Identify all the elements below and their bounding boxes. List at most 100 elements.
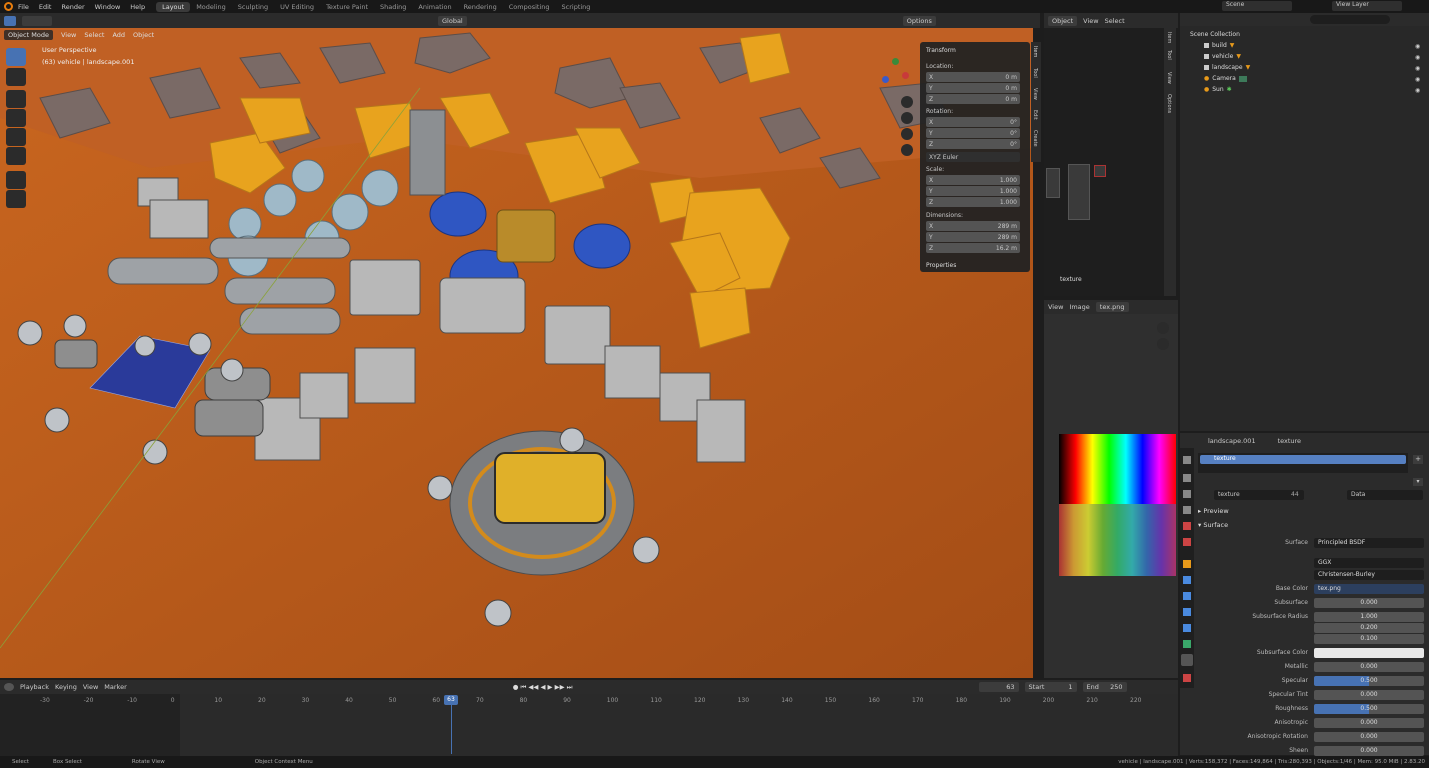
outliner-scene-collection[interactable]: Scene Collection: [1190, 31, 1240, 38]
workspace-tab-texture-paint[interactable]: Texture Paint: [320, 2, 374, 12]
material-slot-texture[interactable]: texture: [1200, 455, 1406, 464]
annotate-tool-icon[interactable]: [6, 171, 26, 189]
location-x-field[interactable]: X0 m: [926, 72, 1020, 82]
ortho-toggle-icon[interactable]: [901, 144, 913, 156]
outliner-search-input[interactable]: [1310, 15, 1390, 24]
dimension-x-field[interactable]: X 289 m: [926, 221, 1020, 231]
tab-edit[interactable]: Edit: [1032, 110, 1038, 120]
transform-orientation[interactable]: Global: [438, 15, 467, 26]
current-frame-field[interactable]: 63: [978, 682, 1019, 692]
blender-logo-icon[interactable]: [4, 2, 13, 11]
outliner-item-vehicle[interactable]: vehicle ▼: [1204, 53, 1241, 60]
workspace-tab-layout[interactable]: Layout: [156, 1, 191, 12]
end-frame-field[interactable]: End 250: [1082, 682, 1127, 692]
rotation-y-field[interactable]: Y 0°: [926, 128, 1020, 138]
image-view-menu[interactable]: View: [1048, 303, 1063, 311]
menu-window[interactable]: Window: [90, 3, 126, 11]
menu-edit[interactable]: Edit: [34, 3, 57, 11]
prop-value[interactable]: tex.png: [1314, 583, 1424, 594]
playback-menu[interactable]: Playback: [20, 683, 49, 691]
tab-view[interactable]: View: [1032, 88, 1038, 100]
select-tool-icon[interactable]: [4, 15, 16, 26]
prop-value[interactable]: 0.500: [1314, 703, 1424, 714]
rotation-mode-select[interactable]: XYZ Euler: [926, 152, 1020, 162]
node-tab-tool[interactable]: Tool: [1166, 50, 1172, 60]
workspace-tab-rendering[interactable]: Rendering: [458, 2, 503, 12]
playback-controls-icon[interactable]: ● ⏮ ◀◀ ◀ ▶ ▶▶ ⏭: [513, 683, 573, 692]
prop-value[interactable]: 0.100: [1314, 633, 1424, 644]
transform-tool-icon[interactable]: [6, 147, 26, 165]
render-tab-icon[interactable]: [1183, 474, 1191, 482]
view-menu[interactable]: View: [61, 31, 76, 39]
prop-value[interactable]: 0.200: [1314, 622, 1424, 633]
object-tab-icon[interactable]: [1183, 560, 1191, 568]
navigation-gizmo-icon[interactable]: [880, 58, 910, 88]
location-y-field[interactable]: Y0 m: [926, 83, 1020, 93]
menu-render[interactable]: Render: [56, 3, 89, 11]
view-layer-tab-icon[interactable]: [1183, 506, 1191, 514]
rotation-z-field[interactable]: Z 0°: [926, 139, 1020, 149]
image-editor-canvas[interactable]: [1044, 314, 1178, 678]
workspace-tab-scripting[interactable]: Scripting: [556, 2, 597, 12]
prop-value[interactable]: 0.000: [1314, 731, 1424, 742]
physics-tab-icon[interactable]: [1183, 608, 1191, 616]
selection-mode-icons[interactable]: [22, 15, 52, 26]
link-data-select[interactable]: Data: [1347, 490, 1423, 500]
dimension-y-field[interactable]: Y 289 m: [926, 232, 1020, 242]
prop-value[interactable]: 0.000: [1314, 717, 1424, 728]
workspace-tab-shading[interactable]: Shading: [374, 2, 412, 12]
particles-tab-icon[interactable]: [1183, 592, 1191, 600]
menu-help[interactable]: Help: [125, 3, 150, 11]
node-editor-object-select[interactable]: Object: [1048, 15, 1078, 26]
output-tab-icon[interactable]: [1183, 490, 1191, 498]
slot-specials-icon[interactable]: ▾: [1413, 478, 1423, 486]
tab-create[interactable]: Create: [1032, 130, 1038, 147]
texture-node[interactable]: [1046, 168, 1060, 198]
prop-value[interactable]: 0.000: [1314, 689, 1424, 700]
camera-view-icon[interactable]: [901, 128, 913, 140]
scale-tool-icon[interactable]: [6, 128, 26, 146]
dimension-z-field[interactable]: Z 16.2 m: [926, 243, 1020, 253]
options-button[interactable]: Options: [902, 15, 936, 26]
output-node[interactable]: [1094, 165, 1106, 177]
node-select-menu[interactable]: Select: [1105, 17, 1125, 25]
prop-value[interactable]: GGX: [1314, 557, 1424, 568]
texture-tab-icon[interactable]: [1183, 674, 1191, 682]
pan-hand-icon[interactable]: [901, 112, 913, 124]
workspace-tab-uv-editing[interactable]: UV Editing: [274, 2, 320, 12]
workspace-tab-sculpting[interactable]: Sculpting: [232, 2, 274, 12]
scene-selector[interactable]: Scene: [1222, 1, 1292, 11]
node-tab-item[interactable]: Item: [1166, 32, 1172, 43]
material-tab-icon[interactable]: [1181, 654, 1193, 666]
prop-value[interactable]: 1.000: [1314, 611, 1424, 622]
scale-y-field[interactable]: Y 1.000: [926, 186, 1020, 196]
world-tab-icon[interactable]: [1183, 538, 1191, 546]
keying-menu[interactable]: Keying: [55, 683, 77, 691]
prop-value[interactable]: 0.000: [1314, 745, 1424, 756]
start-frame-field[interactable]: Start 1: [1024, 682, 1077, 692]
editor-type-icon[interactable]: [4, 683, 14, 691]
cursor-tool-icon[interactable]: [6, 68, 26, 86]
scale-z-field[interactable]: Z 1.000: [926, 197, 1020, 207]
rotation-x-field[interactable]: X 0°: [926, 117, 1020, 127]
workspace-tab-animation[interactable]: Animation: [412, 2, 457, 12]
surface-section-header[interactable]: ▾ Surface: [1198, 521, 1228, 529]
view-layer-selector[interactable]: View Layer: [1332, 1, 1402, 11]
tab-item[interactable]: Item: [1032, 46, 1038, 57]
add-slot-button[interactable]: +: [1413, 455, 1423, 464]
marker-menu[interactable]: Marker: [104, 683, 126, 691]
scene-tab-icon[interactable]: [1183, 522, 1191, 530]
tab-tool[interactable]: Tool: [1032, 68, 1038, 78]
zoom-icon[interactable]: [901, 96, 913, 108]
image-pan-icon[interactable]: [1157, 338, 1169, 350]
workspace-tab-compositing[interactable]: Compositing: [503, 2, 556, 12]
scale-x-field[interactable]: X 1.000: [926, 175, 1020, 185]
data-tab-icon[interactable]: [1183, 640, 1191, 648]
prop-value[interactable]: [1314, 647, 1424, 658]
select-menu[interactable]: Select: [84, 31, 104, 39]
image-menu[interactable]: Image: [1069, 303, 1089, 311]
properties-subpanel-header[interactable]: Properties: [926, 260, 1026, 270]
modifier-tab-icon[interactable]: [1183, 576, 1191, 584]
location-z-field[interactable]: Z0 m: [926, 94, 1020, 104]
outliner-item-sun[interactable]: ● Sun ✱: [1204, 86, 1232, 93]
